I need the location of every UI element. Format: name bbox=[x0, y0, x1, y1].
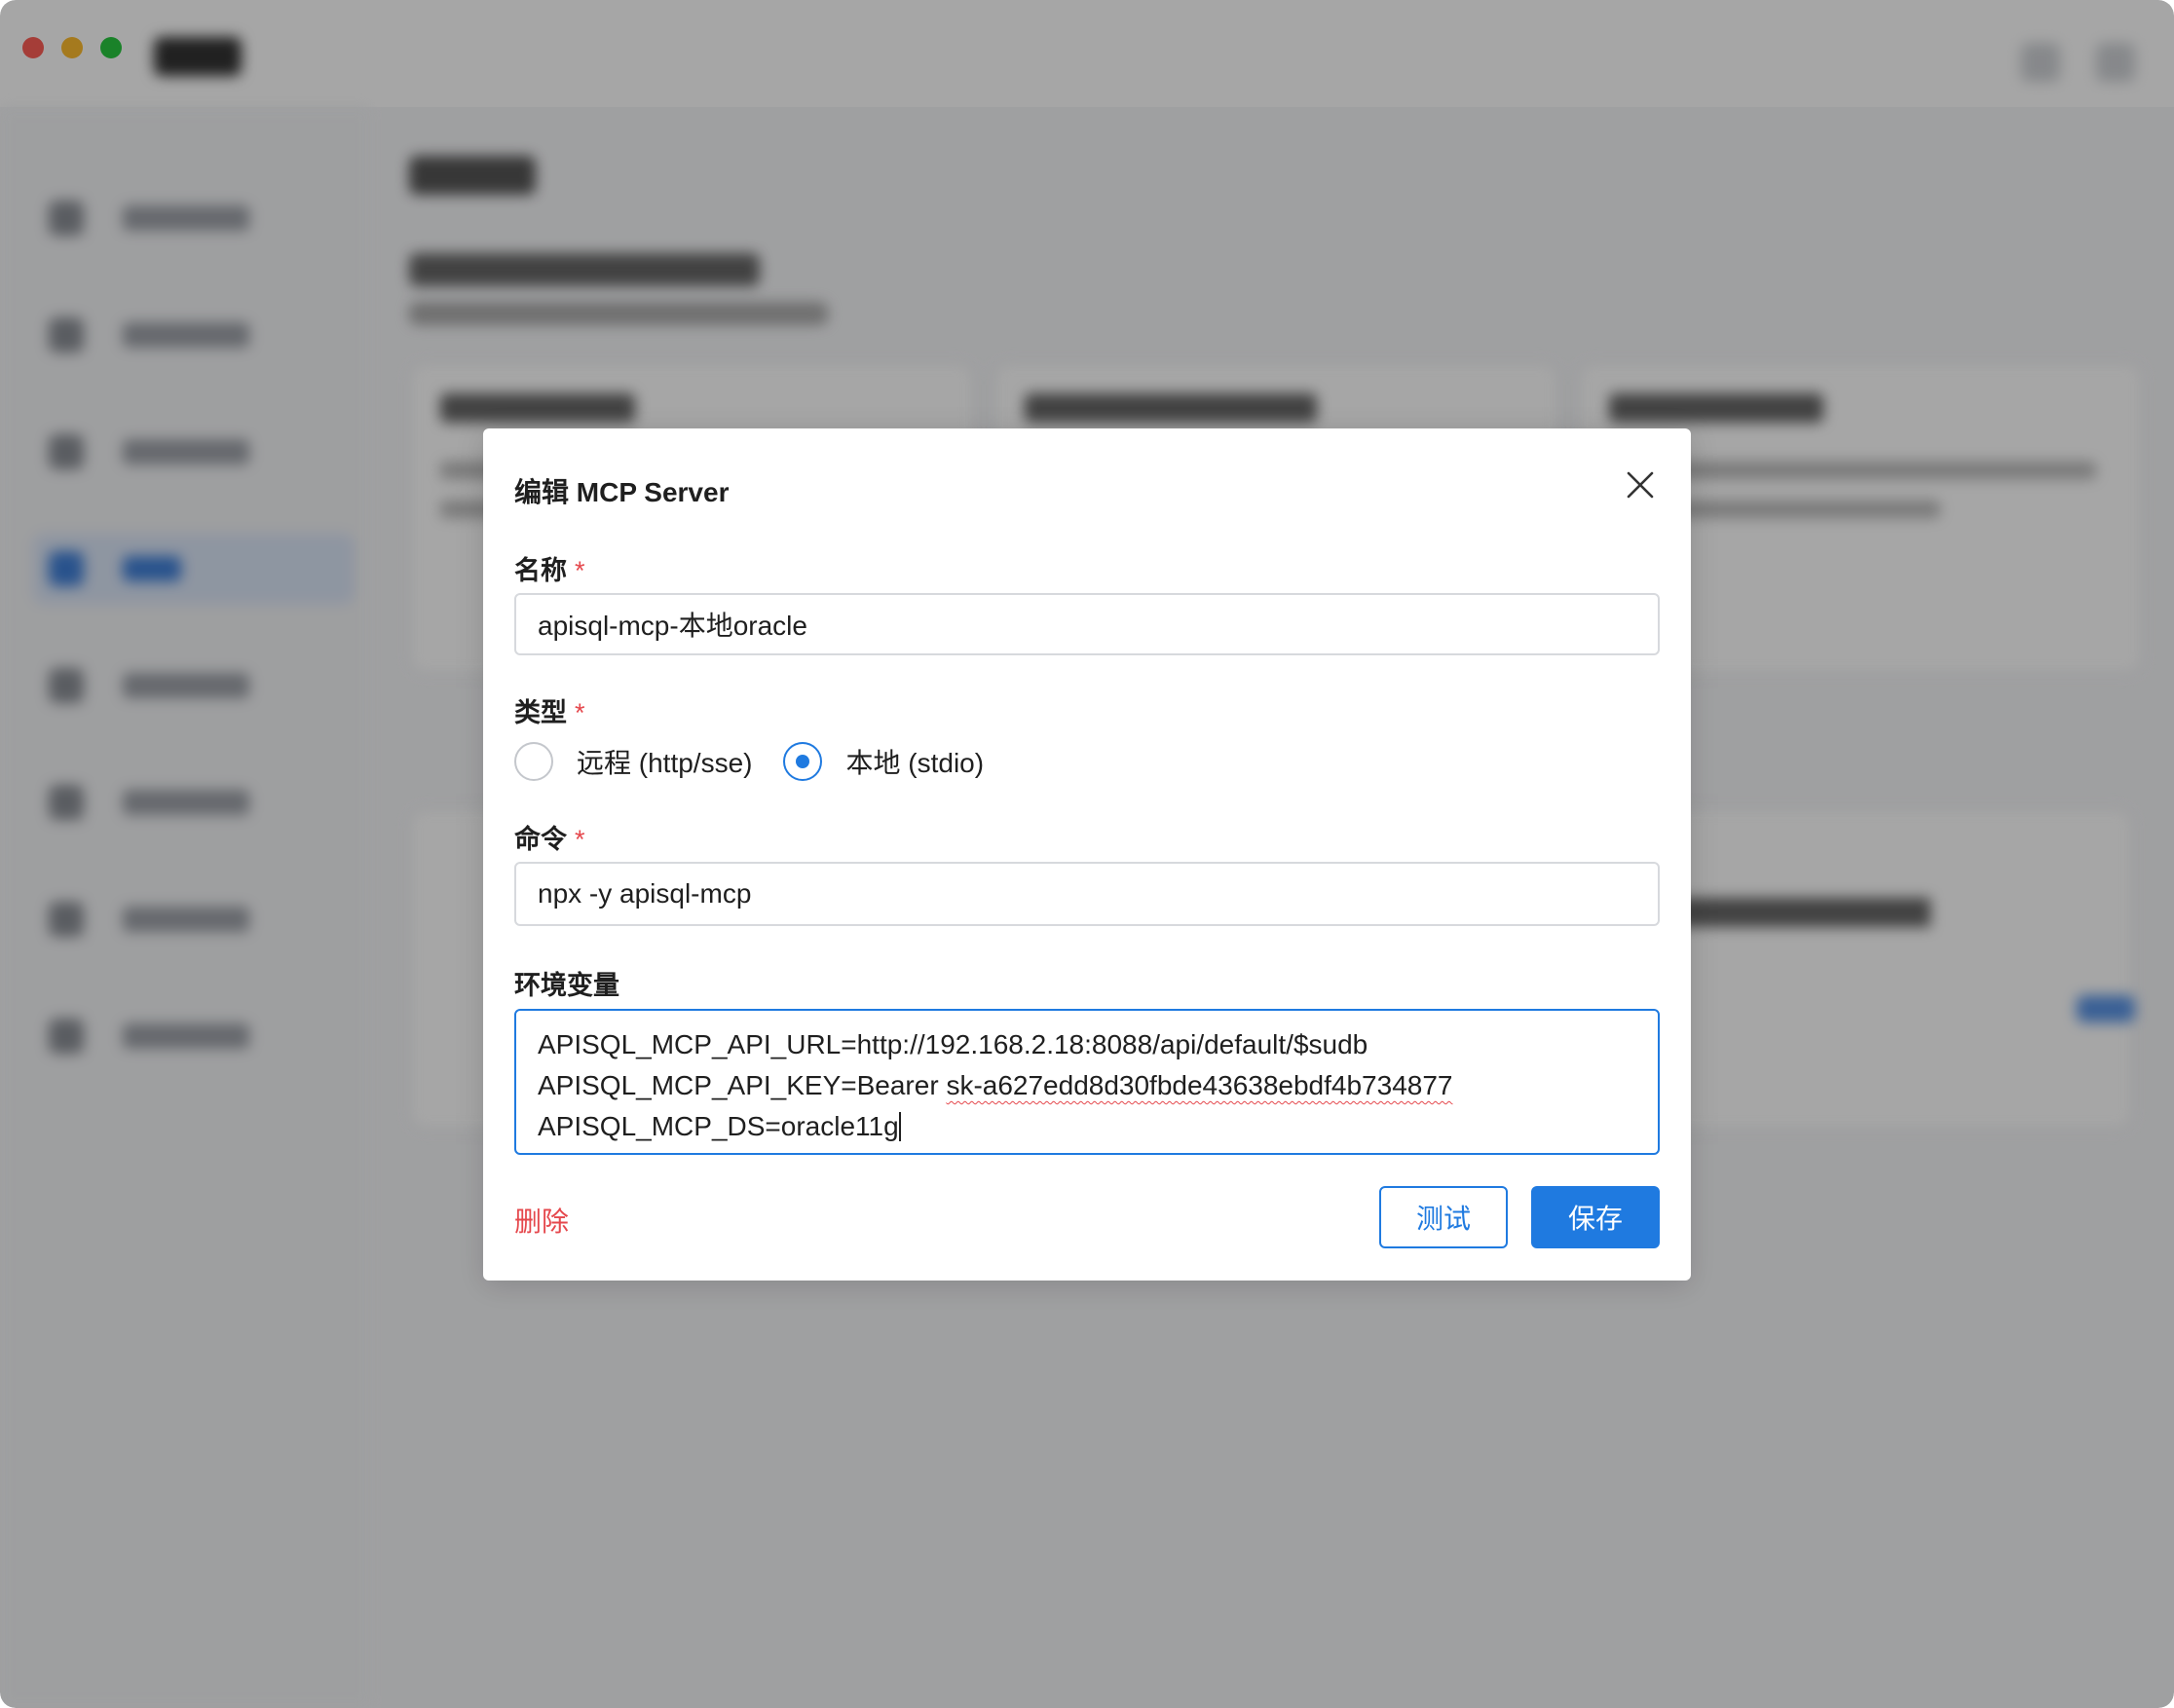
env-line: APISQL_MCP_API_KEY=Bearer sk-a627edd8d30… bbox=[538, 1065, 1636, 1106]
env-line-text: APISQL_MCP_DS=oracle11g bbox=[538, 1111, 899, 1141]
required-mark: * bbox=[575, 825, 585, 854]
env-label: 环境变量 bbox=[514, 971, 619, 1000]
test-button[interactable]: 测试 bbox=[1379, 1186, 1508, 1248]
type-label: 类型 * bbox=[514, 691, 585, 729]
radio-remote-label[interactable]: 远程 (http/sse) bbox=[577, 742, 752, 781]
close-button[interactable] bbox=[1621, 465, 1660, 504]
env-line-key: APISQL_MCP_API_KEY=Bearer bbox=[538, 1070, 947, 1100]
close-icon bbox=[1627, 471, 1654, 499]
radio-remote-circle[interactable] bbox=[514, 742, 553, 781]
radio-local-circle[interactable] bbox=[783, 742, 823, 781]
command-label: 命令 * bbox=[514, 818, 585, 856]
type-radio-group: 远程 (http/sse) 本地 (stdio) bbox=[514, 742, 1015, 781]
required-mark: * bbox=[575, 556, 585, 585]
radio-remote[interactable]: 远程 (http/sse) bbox=[514, 742, 752, 781]
radio-local-label[interactable]: 本地 (stdio) bbox=[845, 742, 984, 781]
required-mark: * bbox=[575, 698, 585, 727]
command-input[interactable] bbox=[514, 862, 1660, 926]
dialog-title: 编辑 MCP Server bbox=[514, 477, 730, 507]
text-caret bbox=[898, 1112, 901, 1141]
env-line-token: sk-a627edd8d30fbde43638ebdf4b734877 bbox=[946, 1070, 1453, 1100]
name-label: 名称 * bbox=[514, 549, 585, 587]
command-label-text: 命令 bbox=[514, 825, 567, 854]
save-button[interactable]: 保存 bbox=[1531, 1186, 1660, 1248]
name-label-text: 名称 bbox=[514, 556, 567, 585]
radio-local[interactable]: 本地 (stdio) bbox=[783, 742, 984, 781]
env-line: APISQL_MCP_API_URL=http://192.168.2.18:8… bbox=[538, 1029, 1368, 1059]
env-line: APISQL_MCP_DS=oracle11g bbox=[538, 1106, 1636, 1147]
edit-mcp-server-dialog: 编辑 MCP Server 名称 * 类型 * 远程 (http/sse) 本地 (… bbox=[483, 428, 1691, 1281]
type-label-text: 类型 bbox=[514, 698, 567, 727]
name-input[interactable] bbox=[514, 593, 1660, 655]
env-textarea[interactable]: APISQL_MCP_API_URL=http://192.168.2.18:8… bbox=[514, 1009, 1660, 1155]
delete-button[interactable]: 删除 bbox=[514, 1201, 569, 1240]
